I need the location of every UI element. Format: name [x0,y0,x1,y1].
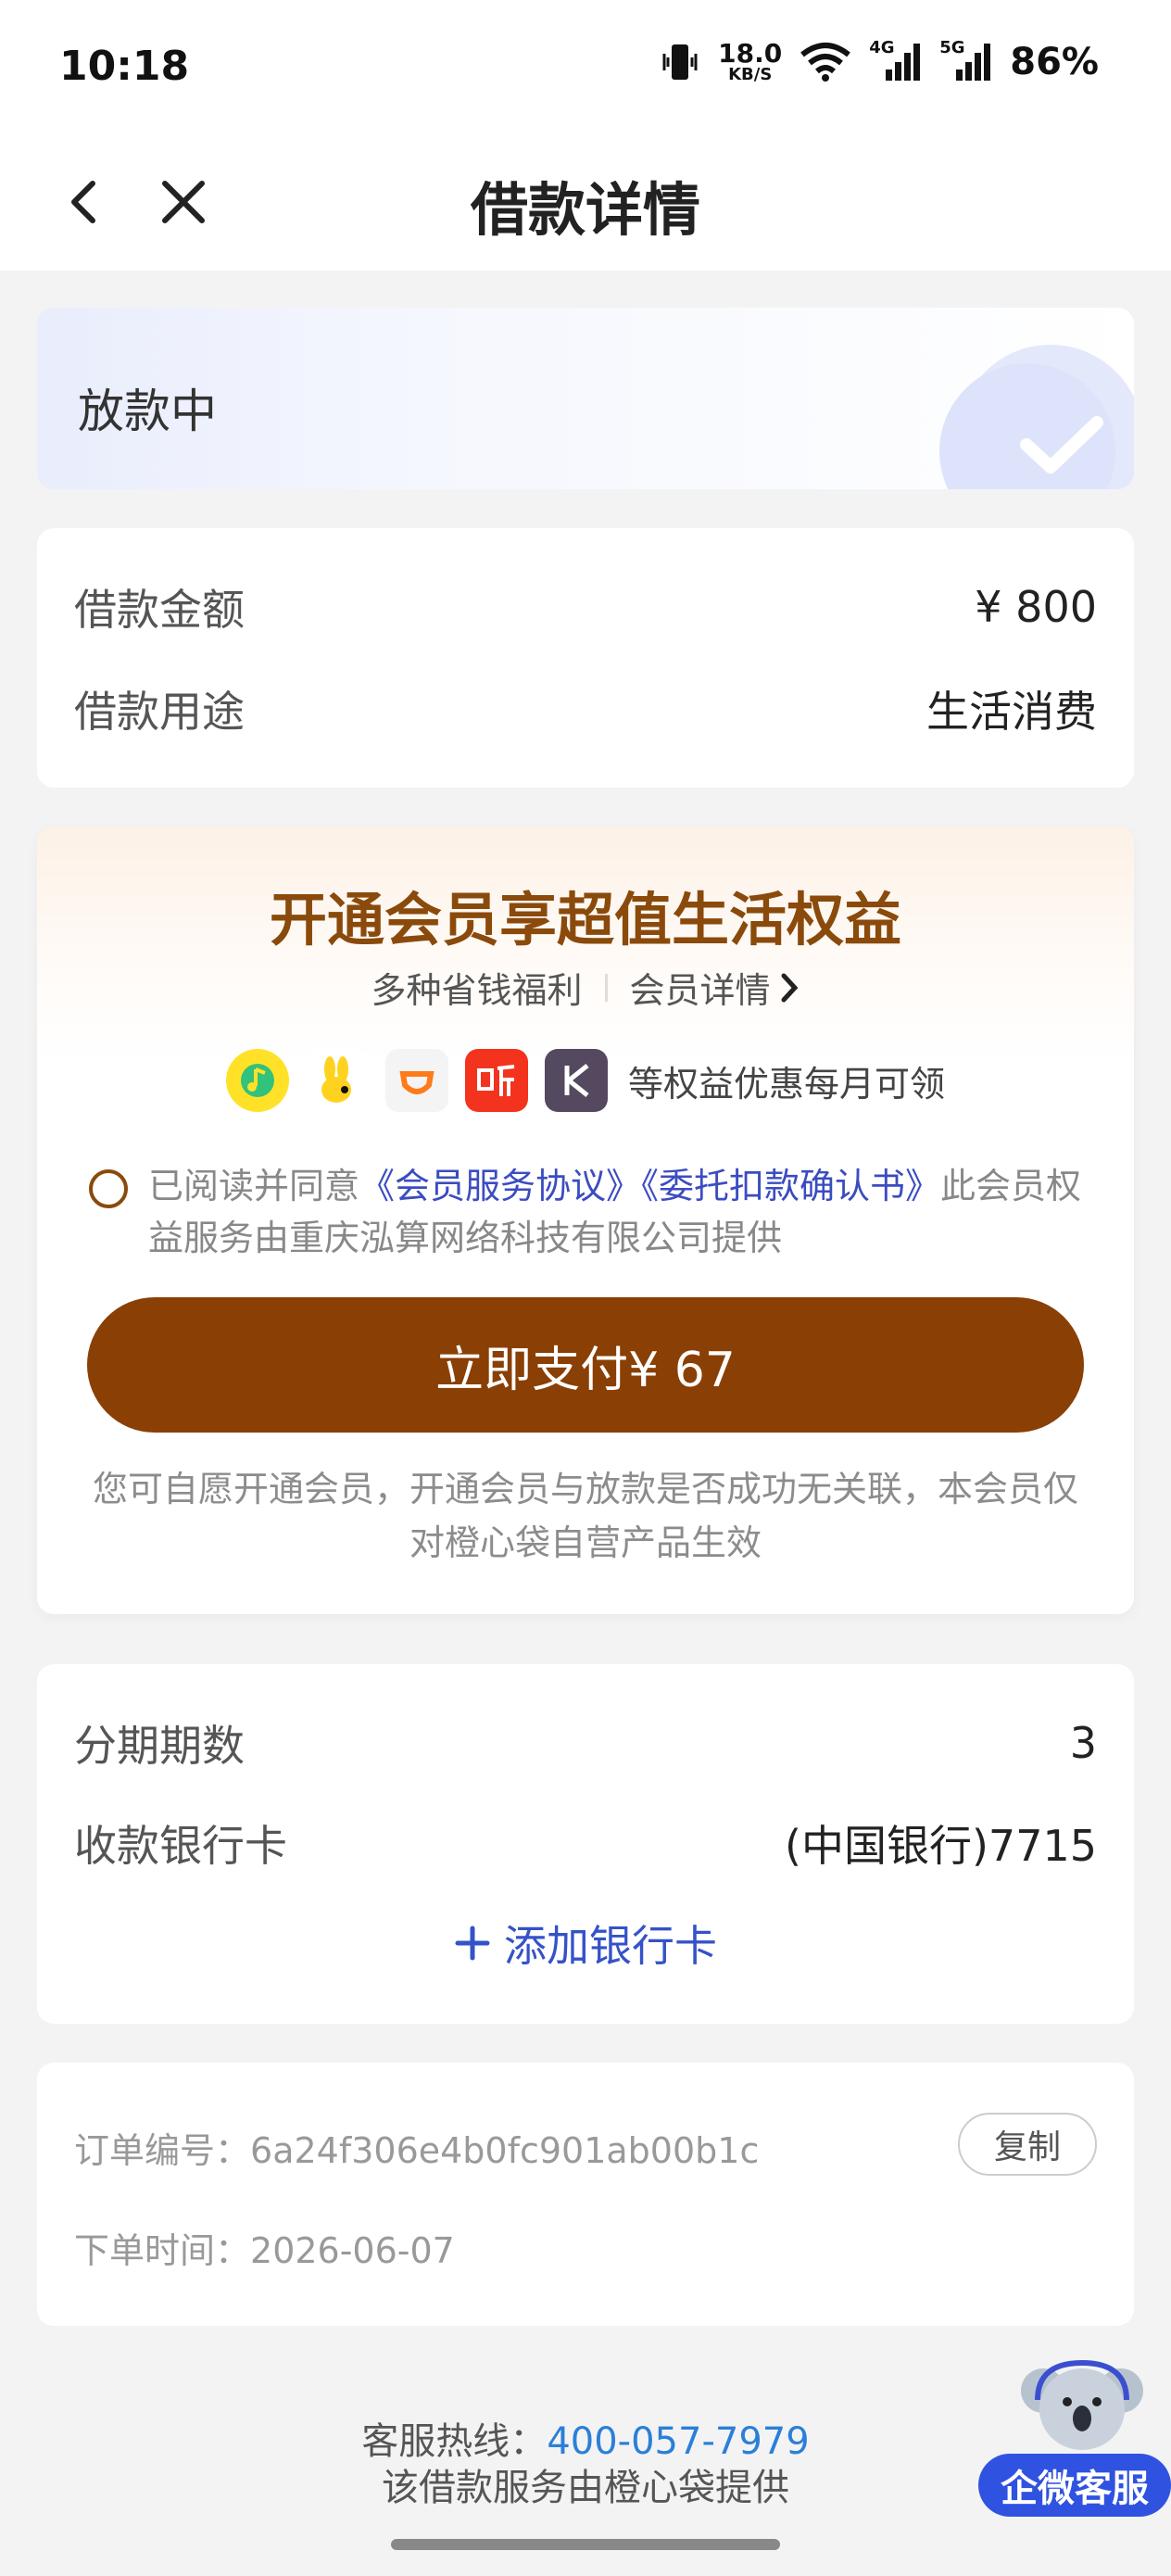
loan-amount-label: 借款金额 [74,585,245,635]
bank-card-value: (中国银行)7715 [785,1821,1097,1871]
loan-status-label: 放款中 [78,385,217,438]
status-icons: 18.0 KB/S 4G 5G 86% [659,38,1099,83]
check-icon [1020,416,1103,474]
benefits-row: 等权益优惠每月可领 [37,1049,1134,1112]
bank-card-label: 收款银行卡 [74,1821,287,1871]
customer-service-button[interactable]: 企微客服 [978,2354,1171,2520]
loan-purpose-label: 借款用途 [74,687,245,737]
installment-card: 分期期数 3 收款银行卡 (中国银行)7715 添加银行卡 [37,1664,1134,2024]
page-title: 借款详情 [470,176,700,244]
home-indicator[interactable] [391,2539,780,2550]
loan-purpose-value: 生活消费 [926,687,1097,737]
membership-subtitle-row: 多种省钱福利 会员详情 [37,962,1134,1013]
status-bar: 10:18 18.0 KB/S 4G 5G 86% [0,0,1171,139]
add-bank-card-label: 添加银行卡 [504,1921,717,1971]
nav-bar: 借款详情 [0,139,1171,271]
customer-service-badge: 企微客服 [978,2454,1171,2517]
membership-subtitle: 多种省钱福利 [371,970,583,1011]
membership-detail-link[interactable]: 会员详情 [630,962,800,1013]
order-number-row: 订单编号：6a24f306e4b0fc901ab00b1c [74,2122,759,2173]
periods-value: 3 [1069,1718,1097,1768]
ting-icon [464,1049,528,1112]
loan-purpose-row: 借款用途 生活消费 [74,678,1097,739]
plus-icon [455,1926,490,1961]
pay-now-button[interactable]: 立即支付¥ 67 [87,1297,1084,1433]
order-time-row: 下单时间：2026-06-07 [74,2222,455,2273]
vibrate-icon [662,44,698,80]
wifi-icon [800,43,851,82]
periods-label: 分期期数 [74,1721,245,1771]
hotline-number[interactable]: 400-057-7979 [547,2420,809,2463]
debit-confirmation-link[interactable]: 《委托扣款确认书》 [641,1166,940,1206]
loan-amount-row: 借款金额 ¥ 800 [74,576,1097,638]
loan-amount-value: ¥ 800 [975,582,1097,632]
membership-title: 开通会员享超值生活权益 [269,886,901,953]
k-icon [544,1049,608,1112]
agree-radio[interactable] [89,1169,128,1208]
order-info-card: 订单编号：6a24f306e4b0fc901ab00b1c 复制 下单时间：20… [37,2063,1134,2326]
agreement-text: 已阅读并同意《会员服务协议》《委托扣款确认书》此会员权益服务由重庆泓算网络科技有… [89,1160,1082,1264]
qq-music-icon [225,1049,289,1112]
hotline-label: 客服热线： [361,2420,548,2463]
order-number-label: 订单编号： [74,2130,251,2171]
signal-5g-icon: 5G [939,38,993,82]
divider [604,973,608,1002]
periods-row: 分期期数 3 [74,1712,1097,1774]
order-time-value: 2026-06-07 [250,2230,455,2271]
didi-icon [384,1049,448,1112]
member-service-agreement-link[interactable]: 《会员服务协议》 [359,1166,641,1206]
membership-detail-label: 会员详情 [629,970,771,1011]
net-speed-unit: KB/S [728,65,773,84]
net-speed: 18.0 KB/S [718,41,782,83]
koala-mascot-icon [1021,2359,1143,2450]
status-time: 10:18 [59,43,190,90]
battery-level: 86% [1010,41,1099,83]
order-time-label: 下单时间： [74,2230,251,2271]
loan-status-card: 放款中 [37,308,1134,489]
loan-info-card: 借款金额 ¥ 800 借款用途 生活消费 [37,528,1134,788]
rabbit-icon [305,1049,369,1112]
benefits-text: 等权益优惠每月可领 [627,1063,945,1105]
membership-note: 您可自愿开通会员，开通会员与放款是否成功无关联，本会员仅对橙心袋自营产品生效 [93,1469,1079,1563]
add-bank-card-button[interactable]: 添加银行卡 [37,1913,1134,1974]
net-speed-value: 18.0 [718,38,783,69]
agreement-block: 已阅读并同意《会员服务协议》《委托扣款确认书》此会员权益服务由重庆泓算网络科技有… [89,1160,1082,1264]
membership-card: 开通会员享超值生活权益 多种省钱福利 会员详情 等权益优惠每月可领 已阅读并同意… [37,827,1134,1614]
agree-prefix: 已阅读并同意 [148,1166,360,1206]
bank-card-row: 收款银行卡 (中国银行)7715 [74,1812,1097,1874]
chevron-right-icon [781,973,798,1002]
signal-4g-icon: 4G [869,38,923,82]
copy-button[interactable]: 复制 [958,2113,1097,2176]
order-number-value: 6a24f306e4b0fc901ab00b1c [250,2130,760,2171]
